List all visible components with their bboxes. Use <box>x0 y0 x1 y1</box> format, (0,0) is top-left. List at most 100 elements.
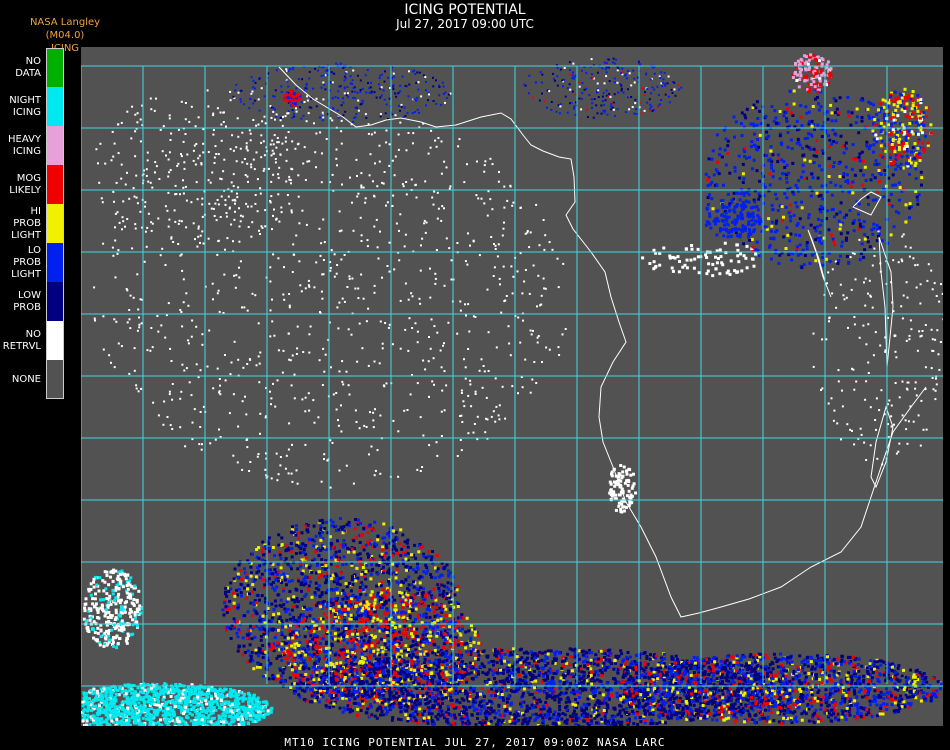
icing-pixel <box>938 368 941 371</box>
icing-pixel <box>838 227 842 231</box>
icing-pixel <box>873 176 877 180</box>
icing-pixel <box>435 603 439 607</box>
icing-pixel <box>257 322 260 325</box>
icing-pixel <box>898 186 902 189</box>
icing-pixel <box>939 341 942 343</box>
icing-pixel <box>345 523 349 527</box>
icing-pixel <box>250 651 254 655</box>
icing-pixel <box>620 510 624 514</box>
icing-pixel <box>291 443 293 446</box>
icing-pixel <box>626 483 630 487</box>
icing-pixel <box>658 263 662 267</box>
icing-pixel <box>255 612 259 616</box>
icing-pixel <box>379 115 382 118</box>
icing-pixel <box>678 260 681 263</box>
icing-pixel <box>367 132 370 135</box>
icing-pixel <box>893 121 897 125</box>
icing-pixel <box>361 545 365 549</box>
icing-pixel <box>290 555 294 559</box>
icing-pixel <box>225 215 228 218</box>
icing-pixel <box>288 422 291 425</box>
icing-pixel <box>288 612 292 616</box>
icing-pixel <box>179 309 182 311</box>
icing-pixel <box>719 199 723 203</box>
icing-pixel <box>480 197 483 200</box>
icing-pixel <box>457 145 460 148</box>
icing-pixel <box>356 175 358 177</box>
icing-pixel <box>889 192 893 196</box>
icing-pixel <box>313 122 315 125</box>
icing-pixel <box>726 223 730 227</box>
icing-pixel <box>839 134 843 138</box>
icing-pixel <box>770 166 774 170</box>
icing-pixel <box>287 110 290 113</box>
icing-pixel <box>804 105 808 109</box>
icing-pixel <box>613 484 617 488</box>
icing-pixel <box>656 85 659 88</box>
icing-pixel <box>915 394 918 397</box>
icing-pixel <box>812 161 816 165</box>
icing-pixel <box>414 322 417 325</box>
icing-pixel <box>874 133 878 137</box>
icing-pixel <box>837 219 841 223</box>
icing-pixel <box>354 535 358 539</box>
icing-pixel <box>285 180 288 183</box>
icing-pixel <box>381 548 385 552</box>
icing-pixel <box>463 181 466 184</box>
icing-pixel <box>270 154 273 157</box>
icing-pixel <box>821 338 824 341</box>
icing-pixel <box>388 164 391 167</box>
icing-pixel <box>260 156 263 159</box>
icing-pixel <box>907 129 911 133</box>
icing-pixel <box>310 571 314 574</box>
icing-pixel <box>418 71 421 74</box>
icing-pixel <box>344 77 347 80</box>
icing-pixel <box>180 100 183 103</box>
icing-pixel <box>838 210 842 214</box>
icing-pixel <box>364 201 367 204</box>
icing-pixel <box>438 86 441 88</box>
icing-pixel <box>466 263 469 266</box>
icing-pixel <box>171 383 174 385</box>
icing-pixel <box>303 146 306 149</box>
icing-pixel <box>602 103 605 106</box>
icing-pixel <box>789 111 793 115</box>
icing-pixel <box>586 116 589 118</box>
icing-pixel <box>812 147 816 151</box>
icing-pixel <box>399 121 402 124</box>
icing-pixel <box>216 367 219 370</box>
icing-pixel <box>905 387 908 390</box>
icing-pixel <box>375 563 379 567</box>
icing-pixel <box>282 349 285 352</box>
icing-pixel <box>441 645 445 649</box>
icing-pixel <box>605 66 608 69</box>
icing-pixel <box>145 245 148 248</box>
icing-pixel <box>593 98 596 100</box>
icing-pixel <box>304 179 307 181</box>
icing-pixel <box>285 618 289 622</box>
icing-pixel <box>893 90 897 94</box>
icing-pixel <box>399 299 402 302</box>
icing-pixel <box>132 296 135 299</box>
icing-pixel <box>750 140 754 144</box>
icing-pixel <box>841 144 845 148</box>
icing-pixel <box>338 469 341 472</box>
icing-pixel <box>894 167 898 171</box>
icing-pixel <box>348 604 352 608</box>
icing-pixel <box>756 117 760 120</box>
icing-pixel <box>880 106 883 110</box>
icing-pixel <box>385 141 388 144</box>
icing-pixel <box>421 637 425 641</box>
icing-pixel <box>908 206 912 210</box>
icing-pixel <box>908 216 912 220</box>
icing-pixel <box>262 618 266 622</box>
icing-pixel <box>874 419 877 421</box>
icing-pixel <box>360 533 363 537</box>
icing-pixel <box>572 71 574 74</box>
icing-pixel <box>352 87 355 90</box>
icing-pixel <box>805 244 809 248</box>
icing-pixel <box>358 541 362 544</box>
icing-pixel <box>746 200 750 204</box>
icing-pixel <box>558 112 561 115</box>
icing-pixel <box>690 247 694 251</box>
